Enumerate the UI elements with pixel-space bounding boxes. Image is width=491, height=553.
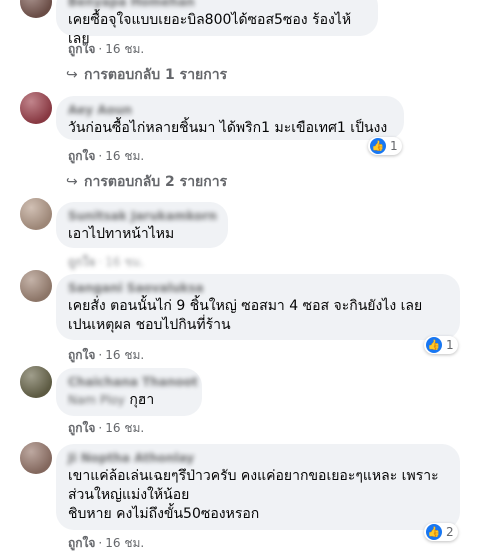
comment-meta: ถูกใจ · 16 ชม. xyxy=(68,255,145,269)
like-thumb-icon: 👍 xyxy=(370,138,386,154)
comment-text: Nam Ploy กุฮา xyxy=(68,391,155,410)
comment-time[interactable]: 16 ชม. xyxy=(105,149,144,163)
comment-meta: ถูกใจ · 16 ชม. xyxy=(68,536,145,550)
comment-time[interactable]: 16 ชม. xyxy=(105,536,144,550)
avatar[interactable] xyxy=(20,366,52,398)
view-replies-button[interactable]: ↪ การตอบกลับ 2 รายการ xyxy=(66,171,227,193)
view-replies-button[interactable]: ↪ การตอบกลับ 1 รายการ xyxy=(66,64,227,86)
mention-tag[interactable]: Nam Ploy xyxy=(68,391,125,410)
reply-arrow-icon: ↪ xyxy=(66,174,78,190)
comment-bubble: Aey Aoun วันก่อนซื้อไก่หลายชิ้นมา ได้พริ… xyxy=(56,96,404,140)
avatar[interactable] xyxy=(20,198,52,230)
avatar[interactable] xyxy=(20,92,52,124)
reaction-count[interactable]: 👍 2 xyxy=(424,523,458,541)
reply-arrow-icon: ↪ xyxy=(66,67,78,83)
comment-meta: ถูกใจ · 16 ชม. xyxy=(68,348,145,362)
comment-bubble: Ji Noptha Athonlay เขาแค่ล้อเล่นเฉยๆรึป่… xyxy=(56,444,460,530)
comment-text: เอาไปทาหน้าไหม xyxy=(68,226,175,242)
like-button[interactable]: ถูกใจ xyxy=(68,536,95,550)
like-button[interactable]: ถูกใจ xyxy=(68,348,95,362)
comment-time[interactable]: 16 ชม. xyxy=(105,421,144,435)
avatar[interactable] xyxy=(20,0,52,18)
comment-time[interactable]: 16 ชม. xyxy=(105,42,144,56)
like-button[interactable]: ถูกใจ xyxy=(68,421,95,435)
comment-bubble: Sangani Saovaluksa เคยสั่ง ตอนนั้นไก่ 9 … xyxy=(56,274,460,340)
like-button[interactable]: ถูกใจ xyxy=(68,255,95,269)
comment-time[interactable]: 16 ชม. xyxy=(105,348,144,362)
comment-author[interactable]: Benyapa Homehan xyxy=(68,0,366,10)
comment-text: เขาแค่ล้อเล่นเฉยๆรึป่าวครับ คงแค่อยากขอเ… xyxy=(68,468,439,522)
comment-text: เคยสั่ง ตอนนั้นไก่ 9 ชิ้นใหญ่ ซอสมา 4 ซอ… xyxy=(68,298,423,333)
comment-author[interactable]: Sangani Saovaluksa xyxy=(68,280,448,296)
comment-author[interactable]: Aey Aoun xyxy=(68,102,392,118)
comment-time[interactable]: 16 ชม. xyxy=(105,255,144,269)
reaction-count[interactable]: 👍 1 xyxy=(424,336,458,354)
comment-author[interactable]: Sunitsak Jarukamkorn xyxy=(68,208,217,224)
comment-bubble: Benyapa Homehan เคยซื้อจุใจแบบเยอะบิล800… xyxy=(56,0,378,47)
reaction-count[interactable]: 👍 1 xyxy=(368,137,402,155)
avatar[interactable] xyxy=(20,442,52,474)
like-thumb-icon: 👍 xyxy=(426,524,442,540)
comment-bubble: Sunitsak Jarukamkorn เอาไปทาหน้าไหม xyxy=(56,202,228,248)
comment-meta: ถูกใจ · 16 ชม. xyxy=(68,149,145,163)
comment-author[interactable]: Ji Noptha Athonlay xyxy=(68,450,448,466)
comment-author[interactable]: Chaichana Thanoot xyxy=(68,374,198,390)
like-thumb-icon: 👍 xyxy=(426,337,442,353)
comment-meta: ถูกใจ · 16 ชม. xyxy=(68,421,145,435)
like-button[interactable]: ถูกใจ xyxy=(68,149,95,163)
avatar[interactable] xyxy=(20,270,52,302)
comment-meta: ถูกใจ · 16 ชม. xyxy=(68,42,145,56)
like-button[interactable]: ถูกใจ xyxy=(68,42,95,56)
comment-bubble: Chaichana Thanoot Nam Ploy กุฮา xyxy=(56,368,202,416)
comment-text: วันก่อนซื้อไก่หลายชิ้นมา ได้พริก1 มะเขือ… xyxy=(68,120,388,136)
